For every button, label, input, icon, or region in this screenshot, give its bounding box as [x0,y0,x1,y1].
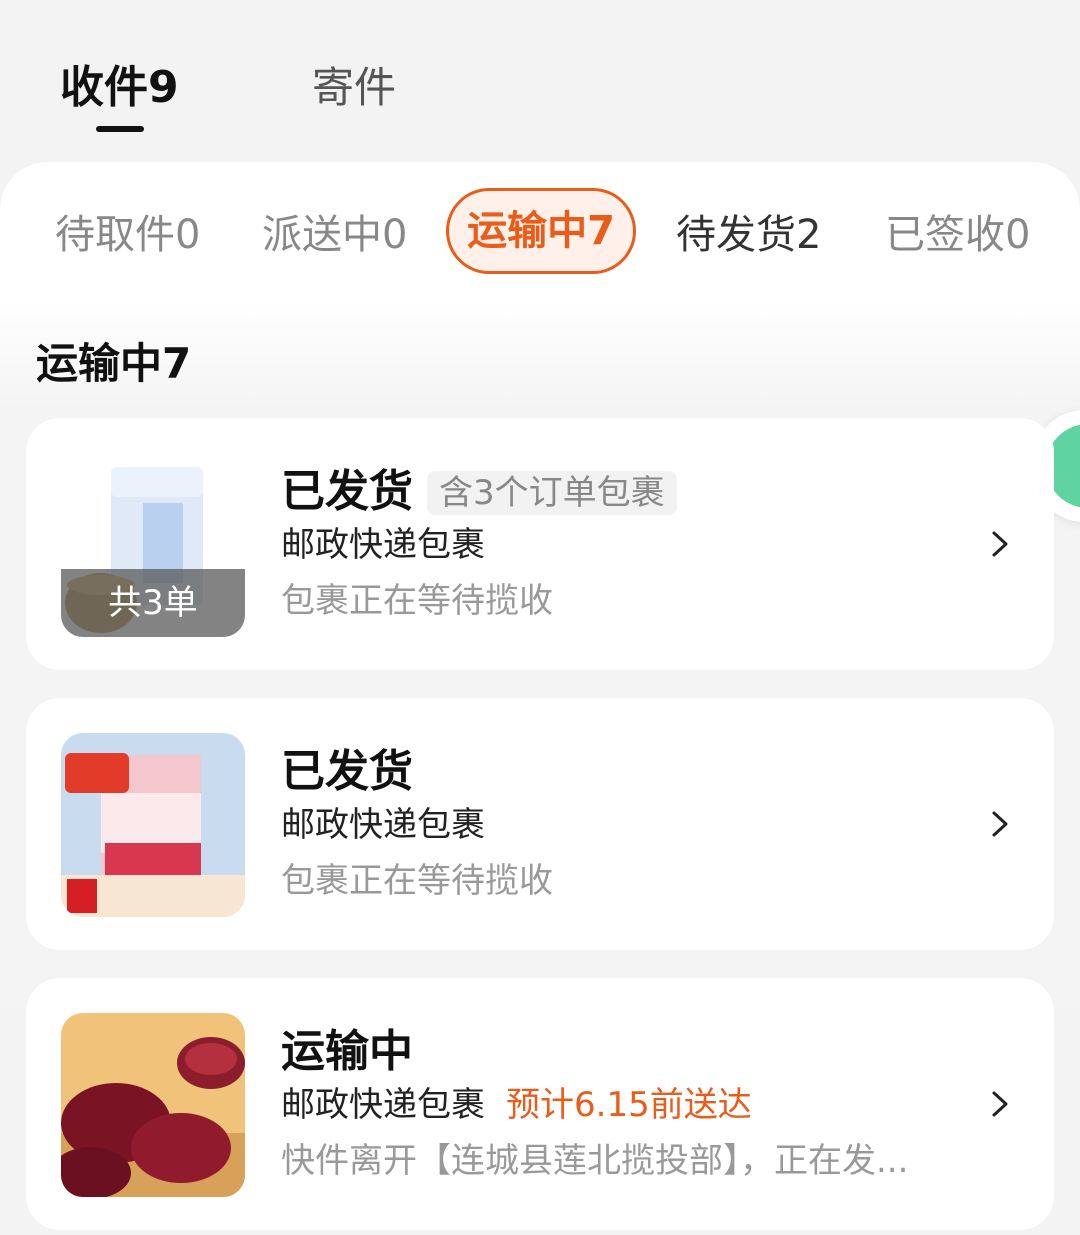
carrier-name: 邮政快递包裹 [281,1085,485,1125]
product-thumbnail [61,1013,245,1197]
tab-send[interactable]: 寄件 [312,58,396,118]
active-tab-indicator [96,126,144,132]
estimated-delivery: 预计6.15前送达 [506,1085,752,1125]
product-thumbnail: 共3单 [61,453,245,637]
product-thumbnail [61,733,245,917]
tracking-detail: 包裹正在等待揽收 [281,861,553,901]
carrier-name: 邮政快递包裹 [281,525,485,565]
package-card[interactable]: 运输中 邮政快递包裹 预计6.15前送达 快件离开【连城县莲北揽投部】，正在发.… [26,978,1054,1230]
package-card[interactable]: 已发货 邮政快递包裹 包裹正在等待揽收 [26,698,1054,950]
top-tab-bar: 收件9 寄件 [0,0,1080,160]
carrier-name: 邮政快递包裹 [281,805,485,845]
filter-tab-pending-pickup[interactable]: 待取件0 [55,205,200,265]
tab-receive[interactable]: 收件9 [60,58,179,118]
filter-tab-signed[interactable]: 已签收0 [885,205,1030,265]
filter-tab-awaiting-shipment[interactable]: 待发货2 [676,205,821,265]
tracking-detail: 快件离开【连城县莲北揽投部】，正在发... [281,1141,909,1181]
chevron-right-icon [992,531,1008,557]
chevron-right-icon [992,811,1008,837]
filter-tab-in-transit[interactable]: 运输中7 [446,188,636,274]
chevron-right-icon [992,1091,1008,1117]
order-count-chip: 含3个订单包裹 [427,471,677,515]
package-status: 运输中 [281,1026,413,1077]
tracking-detail: 包裹正在等待揽收 [281,581,553,621]
section-title: 运输中7 [36,339,192,388]
package-card[interactable]: 共3单 已发货 含3个订单包裹 邮政快递包裹 包裹正在等待揽收 [26,418,1054,670]
package-status: 已发货 [281,746,413,797]
filter-tab-delivering[interactable]: 派送中0 [262,205,407,265]
package-status: 已发货 [281,466,413,517]
order-count-badge: 共3单 [61,569,245,637]
